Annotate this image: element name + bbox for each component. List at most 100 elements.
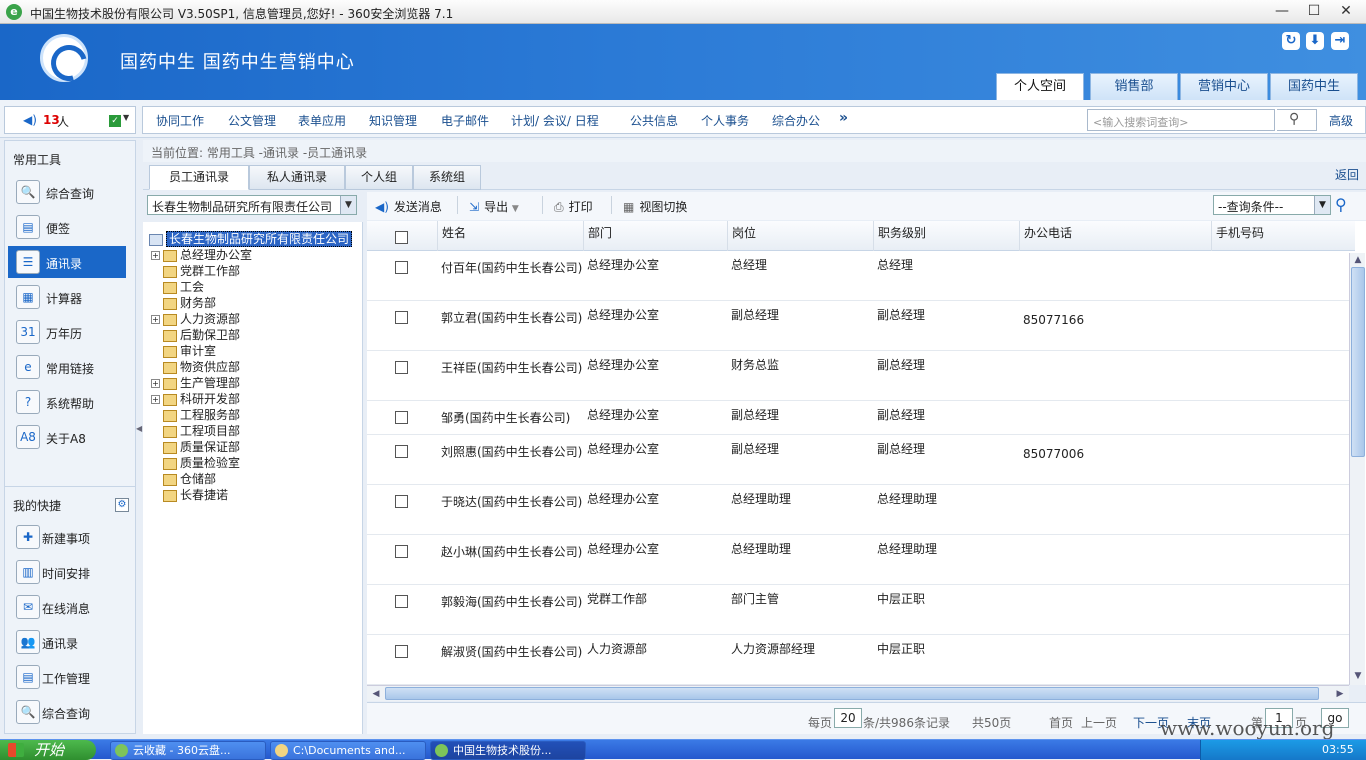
tab-private-contacts[interactable]: 私人通讯录 [249,165,345,190]
tab-sales[interactable]: 销售部 [1090,73,1178,100]
tab-employee-contacts[interactable]: 员工通讯录 [149,165,249,190]
chevron-down-icon[interactable]: ▼ [123,113,129,122]
table-cell[interactable]: 王祥臣(国药中生长春公司) [437,359,583,376]
table-row[interactable]: 解淑贤(国药中生长春公司) 人力资源部 人力资源部经理 中层正职 [367,635,1349,685]
close-button[interactable]: ✕ [1330,1,1362,23]
table-row[interactable]: 于晓达(国药中生长春公司) 总经理办公室 总经理助理 总经理助理 [367,485,1349,535]
table-row[interactable]: 王祥臣(国药中生长春公司) 总经理办公室 财务总监 副总经理 [367,351,1349,401]
row-checkbox[interactable] [395,645,408,658]
table-cell[interactable]: 付百年(国药中生长春公司) [437,259,583,276]
row-checkbox[interactable] [395,445,408,458]
tab-system-group[interactable]: 系统组 [413,165,481,190]
taskbar-item-browser[interactable]: 中国生物技术股份... [430,741,586,760]
org-select[interactable]: 长春生物制品研究所有限责任公司 ▼ [147,195,357,215]
column-header-level[interactable]: 职务级别 [873,221,1019,251]
tree-node[interactable]: 长春捷诺 [151,486,228,502]
taskbar-item-360cloud[interactable]: 云收藏 - 360云盘... [110,741,266,760]
menu-collaboration[interactable]: 协同工作 [156,112,204,129]
scroll-left-icon[interactable]: ◀ [369,687,383,701]
row-checkbox[interactable] [395,361,408,374]
chevron-down-icon[interactable]: ▼ [1314,196,1330,214]
logout-icon[interactable]: ⇥ [1331,32,1349,50]
scroll-thumb[interactable] [385,687,1319,700]
row-checkbox[interactable] [395,545,408,558]
tree-node[interactable]: 质量检验室 [151,454,240,470]
shortcut-work-manage[interactable]: ▤ 工作管理 [8,661,126,693]
scroll-thumb[interactable] [1351,267,1365,457]
select-all-checkbox[interactable] [395,231,408,244]
taskbar-item-explorer[interactable]: C:\Documents and... [270,741,426,760]
row-checkbox[interactable] [395,495,408,508]
tab-personal-space[interactable]: 个人空间 [996,73,1084,101]
sidebar-item-help[interactable]: ? 系统帮助 [8,386,126,418]
row-checkbox[interactable] [395,311,408,324]
print-button[interactable]: ⎙ 打印 [554,198,593,215]
table-row[interactable]: 郭毅海(国药中生长春公司) 党群工作部 部门主管 中层正职 [367,585,1349,635]
refresh-icon[interactable]: ↻ [1282,32,1300,50]
table-cell[interactable]: 解淑贤(国药中生长春公司) [437,643,583,660]
sidebar-item-about[interactable]: A8 关于A8 [8,421,126,453]
tree-node[interactable]: 工程服务部 [151,406,240,422]
tree-root[interactable]: 长春生物制品研究所有限责任公司 [149,230,353,247]
search-button[interactable]: ⚲ [1277,109,1317,131]
table-cell[interactable]: 刘照惠(国药中生长春公司) [437,443,583,460]
sidebar-item-search[interactable]: 🔍 综合查询 [8,176,126,208]
horizontal-scrollbar[interactable]: ◀ ▶ [367,685,1349,701]
per-page-input[interactable]: 20 [834,708,862,728]
menu-documents[interactable]: 公文管理 [228,112,276,129]
row-checkbox[interactable] [395,411,408,424]
table-row[interactable]: 刘照惠(国药中生长春公司) 总经理办公室 副总经理 副总经理 85077006 [367,435,1349,485]
sidebar-item-calendar[interactable]: 31 万年历 [8,316,126,348]
table-row[interactable]: 邹勇(国药中生长春公司) 总经理办公室 副总经理 副总经理 [367,401,1349,435]
sidebar-item-contacts[interactable]: ☰ 通讯录 [8,246,126,278]
table-cell[interactable]: 郭立君(国药中生长春公司) [437,309,583,326]
view-switch-button[interactable]: ▦ 视图切换 [623,198,687,215]
column-header-mobile[interactable]: 手机号码 [1211,221,1355,251]
chevron-down-icon[interactable]: ▼ [340,196,356,214]
column-header-name[interactable]: 姓名 [437,221,583,251]
tree-node[interactable]: 物资供应部 [151,358,240,374]
table-cell[interactable]: 郭毅海(国药中生长春公司) [437,593,583,610]
maximize-button[interactable]: ☐ [1298,1,1330,23]
shortcut-schedule[interactable]: ▥ 时间安排 [8,556,126,588]
tree-node[interactable]: 质量保证部 [151,438,240,454]
start-button[interactable]: 开始 [0,740,96,760]
shortcut-new-item[interactable]: ✚ 新建事项 [8,521,126,553]
menu-public-info[interactable]: 公共信息 [630,112,678,129]
scroll-up-icon[interactable]: ▲ [1351,253,1365,267]
online-users[interactable]: ◀) 13 人 ✓ ▼ [4,106,136,134]
column-header-department[interactable]: 部门 [583,221,727,251]
more-menu-icon[interactable]: » [839,110,848,126]
first-page-link[interactable]: 首页 [1049,714,1073,731]
table-row[interactable]: 郭立君(国药中生长春公司) 总经理办公室 副总经理 副总经理 85077166 [367,301,1349,351]
download-icon[interactable]: ⬇ [1306,32,1324,50]
tab-sinopharm[interactable]: 国药中生 [1270,73,1358,100]
table-cell[interactable]: 邹勇(国药中生长春公司) [437,409,583,426]
shortcut-search[interactable]: 🔍 综合查询 [8,696,126,728]
tab-marketing[interactable]: 营销中心 [1180,73,1268,100]
tree-node[interactable]: 仓储部 [151,470,216,486]
expand-icon[interactable]: + [151,395,160,404]
back-link[interactable]: 返回 [1335,166,1359,183]
menu-office[interactable]: 综合办公 [772,112,820,129]
column-header-position[interactable]: 岗位 [727,221,873,251]
menu-email[interactable]: 电子邮件 [441,112,489,129]
tree-node[interactable]: 工程项目部 [151,422,240,438]
sidebar-item-calculator[interactable]: ▦ 计算器 [8,281,126,313]
table-row[interactable]: 付百年(国药中生长春公司) 总经理办公室 总经理 总经理 [367,251,1349,301]
row-checkbox[interactable] [395,595,408,608]
vertical-scrollbar[interactable]: ▲ ▼ [1349,253,1365,685]
expand-icon[interactable]: + [151,379,160,388]
expand-icon[interactable]: + [151,315,160,324]
tree-node[interactable]: + 总经理办公室 [151,246,252,262]
send-message-button[interactable]: ◀) 发送消息 [375,198,442,215]
sidebar-item-links[interactable]: e 常用链接 [8,351,126,383]
tab-personal-group[interactable]: 个人组 [345,165,413,190]
tree-node[interactable]: + 人力资源部 [151,310,240,326]
export-button[interactable]: ⇲ 导出 ▼ [469,198,519,215]
scroll-down-icon[interactable]: ▼ [1351,669,1365,683]
table-cell[interactable]: 赵小琳(国药中生长春公司) [437,543,583,560]
tree-node[interactable]: 工会 [151,278,204,294]
shortcut-contacts[interactable]: 👥 通讯录 [8,626,126,658]
collapse-sidebar-icon[interactable]: ◀ [136,424,142,433]
